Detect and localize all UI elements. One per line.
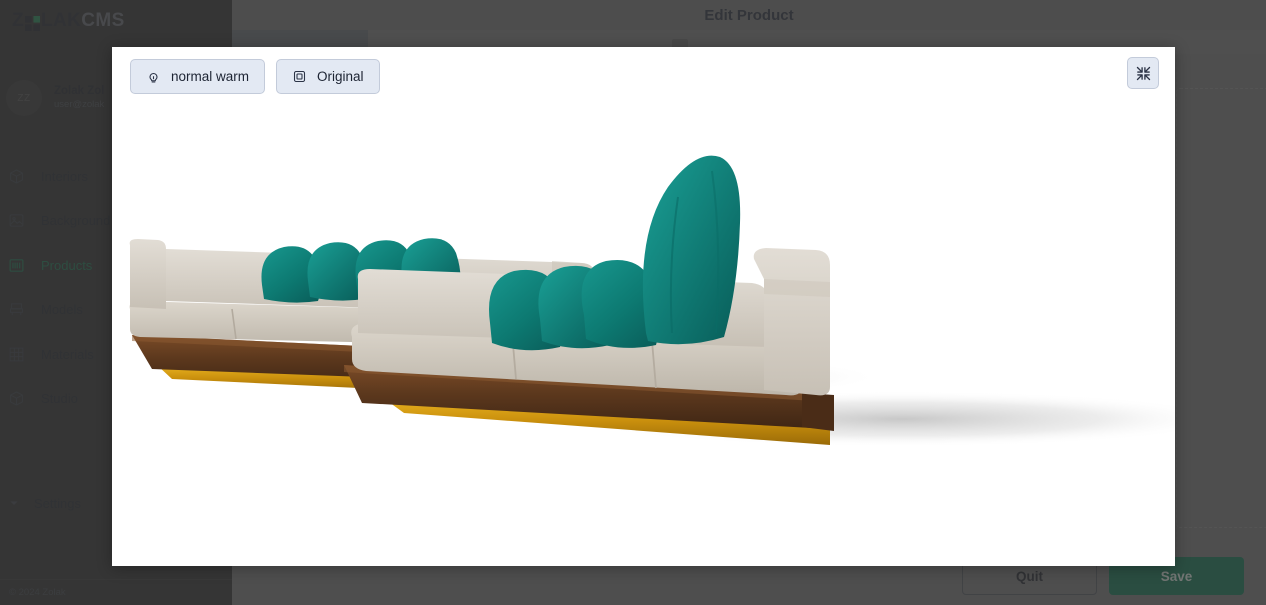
- sidebar-item-label: Products: [41, 257, 93, 273]
- user-email: user@zolak: [54, 99, 105, 111]
- brand-suffix-cms: CMS: [81, 10, 125, 31]
- brand-logo[interactable]: Z LAK CMS: [0, 0, 232, 42]
- collapse-button[interactable]: [1127, 57, 1159, 89]
- sidebar-item-label: Models: [41, 302, 83, 318]
- page-title: Edit Product: [704, 6, 794, 24]
- sidebar-item-label: Background: [41, 213, 111, 229]
- product-canvas[interactable]: [112, 47, 1175, 566]
- cube-icon: [8, 390, 25, 407]
- grid-icon: [8, 346, 25, 363]
- image-icon: [8, 212, 25, 229]
- sidebar-settings-label: Settings: [34, 495, 81, 511]
- user-text: Zolak Zol user@zolak: [54, 84, 104, 112]
- sidebar-footer: © 2024 Zolak: [0, 579, 232, 605]
- viewer-toolbar: normal warm Original: [130, 59, 380, 94]
- barcode-icon: [8, 257, 25, 274]
- sidebar-item-label: Studio: [41, 391, 78, 407]
- brand-letters-lak: LAK: [41, 10, 82, 31]
- image-dropzone[interactable]: [1176, 88, 1266, 528]
- armchair-icon: [8, 301, 25, 318]
- lighting-preset-label: normal warm: [171, 69, 250, 84]
- grid-logo-icon: [25, 15, 41, 31]
- collapse-arrows-icon: [1135, 65, 1152, 82]
- app-root: Z LAK CMS ZZ Zolak Zol user@zolak Interi…: [0, 0, 1266, 605]
- cube-icon: [8, 168, 25, 185]
- user-name: Zolak Zol: [54, 84, 105, 97]
- lighting-preset-button[interactable]: normal warm: [130, 59, 266, 94]
- sidebar-item-label: Materials: [41, 346, 94, 362]
- brand-letter-z: Z: [12, 10, 25, 31]
- sidebar-item-label: Interiors: [41, 168, 88, 184]
- variant-label: Original: [317, 69, 364, 84]
- avatar: ZZ: [6, 80, 42, 116]
- layers-copy-icon: [292, 69, 307, 84]
- product-viewer-modal: normal warm Original: [112, 47, 1175, 566]
- chevron-down-icon: [8, 497, 20, 509]
- brand-text: Z LAK CMS: [12, 10, 125, 32]
- lightbulb-icon: [146, 69, 161, 84]
- sectional-sofa-illustration: [129, 155, 1175, 447]
- variant-button[interactable]: Original: [276, 59, 380, 94]
